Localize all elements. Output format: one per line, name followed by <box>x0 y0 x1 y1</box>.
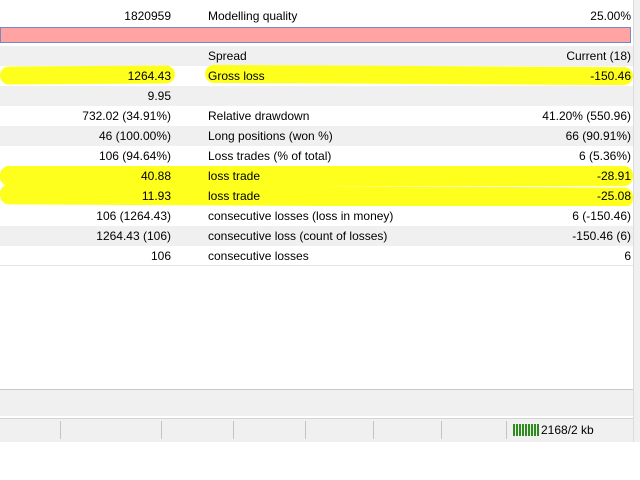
maximal-consecutive-loss-value: -150.46 (6) <box>572 229 631 243</box>
report-row-positions: 46 (100.00%) Long positions (won %) 66 (… <box>0 126 633 146</box>
average-loss-label: loss trade <box>208 189 261 203</box>
long-positions-value: 66 (90.91%) <box>565 129 631 143</box>
short-positions-value: 46 (100.00%) <box>98 129 171 143</box>
report-row-drawdown: 732.02 (34.91%) Relative drawdown 41.20%… <box>0 106 633 126</box>
average-consecutive-losses-value: 6 <box>624 249 631 263</box>
report-row-average-consecutive: 106 consecutive losses 6 <box>0 246 633 266</box>
gross-loss-value: -150.46 <box>590 69 631 83</box>
average-consecutive-losses-label: consecutive losses <box>208 249 309 263</box>
traffic-label: 2168/2 kb <box>541 423 594 437</box>
report-panel: 1820959 Modelling quality 25.00% Spread … <box>0 0 633 442</box>
maximal-drawdown-value: 732.02 (34.91%) <box>82 109 171 123</box>
relative-drawdown-label: Relative drawdown <box>208 109 310 123</box>
spread-value: Current (18) <box>566 49 631 63</box>
maximal-consecutive-profit-value: 1264.43 (106) <box>96 229 171 243</box>
modelling-quality-label: Modelling quality <box>208 9 298 23</box>
report-row-largest-loss: 40.88 loss trade -28.91 <box>0 166 633 186</box>
max-consecutive-wins-value: 106 (1264.43) <box>96 209 171 223</box>
gross-loss-label: Gross loss <box>208 69 265 83</box>
status-divider <box>441 421 442 439</box>
connection-traffic-icon <box>513 424 539 436</box>
vertical-scrollbar[interactable] <box>633 0 640 442</box>
status-divider <box>305 421 306 439</box>
bars-modelled-value: 1820959 <box>124 9 171 23</box>
status-divider <box>506 421 507 439</box>
loss-trades-value: 6 (5.36%) <box>578 149 631 163</box>
gross-profit-value: 1264.43 <box>127 69 171 83</box>
tab-strip <box>0 390 633 416</box>
status-divider <box>60 421 61 439</box>
status-bar: 2168/2 kb <box>0 418 633 442</box>
profit-trades-value: 106 (94.64%) <box>98 149 171 163</box>
report-row-trades: 106 (94.64%) Loss trades (% of total) 6 … <box>0 146 633 166</box>
modelling-quality-value: 25.00% <box>590 9 631 23</box>
status-divider <box>233 421 234 439</box>
expected-payoff-value: 9.95 <box>147 89 171 103</box>
average-loss-value: -25.08 <box>596 189 631 203</box>
report-row-expected-payoff: 9.95 <box>0 86 633 106</box>
report-row-maximal-consecutive: 1264.43 (106) consecutive loss (count of… <box>0 226 633 246</box>
status-divider <box>373 421 374 439</box>
status-divider <box>161 421 162 439</box>
largest-loss-label: loss trade <box>208 169 261 183</box>
largest-loss-value: -28.91 <box>596 169 631 183</box>
average-profit-value: 11.93 <box>141 189 171 203</box>
report-row-average-loss: 11.93 loss trade -25.08 <box>0 186 633 206</box>
spread-label: Spread <box>208 49 247 63</box>
max-consecutive-losses-value: 6 (-150.46) <box>572 209 631 223</box>
report-row-spread: Spread Current (18) <box>0 46 633 66</box>
report-row-gross-loss: 1264.43 Gross loss -150.46 <box>0 66 633 86</box>
average-consecutive-wins-value: 106 <box>150 249 171 263</box>
report-row-max-consecutive: 106 (1264.43) consecutive losses (loss i… <box>0 206 633 226</box>
mismatched-errors-bar <box>0 27 631 43</box>
report-row-modelling-quality: 1820959 Modelling quality 25.00% <box>0 6 633 26</box>
relative-drawdown-value: 41.20% (550.96) <box>542 109 631 123</box>
largest-profit-value: 40.88 <box>140 169 171 183</box>
